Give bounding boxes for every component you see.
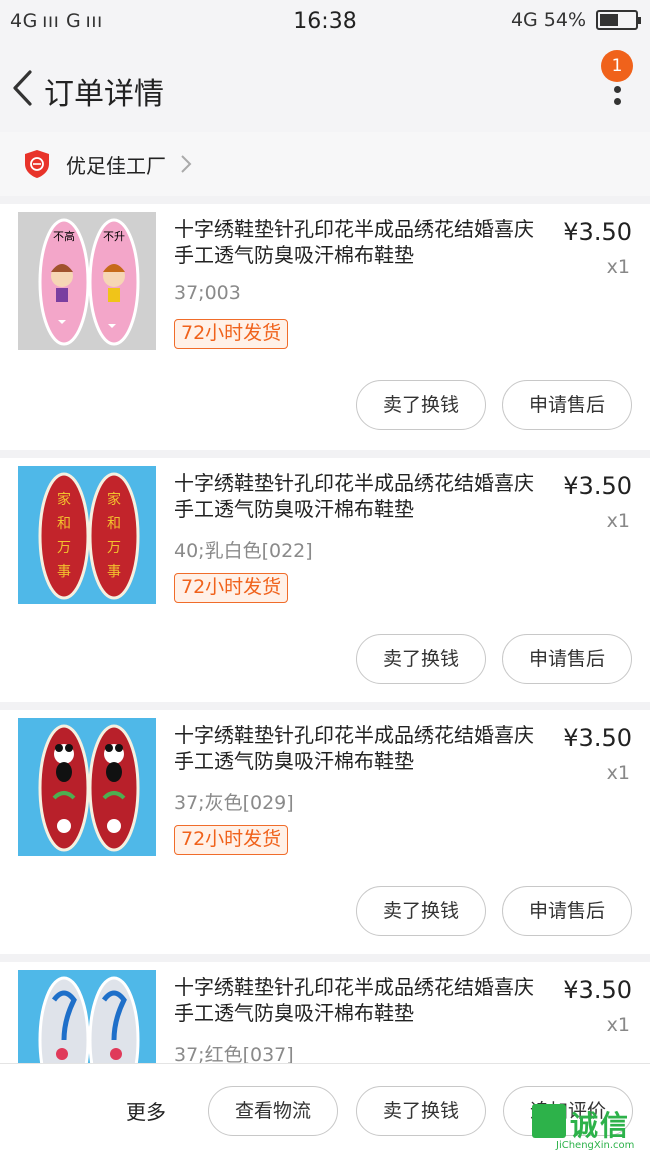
notification-badge: 1	[601, 50, 633, 82]
product-spec: 37;灰色[029]	[174, 792, 294, 814]
product-quantity: x1	[606, 762, 630, 784]
sell-button[interactable]: 卖了换钱	[356, 1086, 486, 1136]
watermark-logo: 诚信 JiChengXin.com	[532, 1102, 648, 1152]
product-thumbnail[interactable]: 不高 不升	[18, 212, 156, 350]
after-sale-button[interactable]: 申请售后	[502, 886, 632, 936]
product-price: ¥3.50	[563, 724, 632, 752]
order-item: 十字绣鞋垫针孔印花半成品绣花结婚喜庆手工透气防臭吸汗棉布鞋垫 ¥3.50 x1 …	[0, 710, 650, 954]
battery-icon	[596, 10, 641, 30]
product-title[interactable]: 十字绣鞋垫针孔印花半成品绣花结婚喜庆手工透气防臭吸汗棉布鞋垫	[174, 216, 546, 268]
product-price: ¥3.50	[563, 472, 632, 500]
product-quantity: x1	[606, 256, 630, 278]
sell-button[interactable]: 卖了换钱	[356, 634, 486, 684]
network-type: 4G	[510, 9, 538, 31]
shipping-tag: 72小时发货	[174, 825, 289, 855]
product-spec: 37;003	[174, 282, 241, 304]
sell-button[interactable]: 卖了换钱	[356, 886, 486, 936]
product-spec: 40;乳白色[022]	[174, 540, 313, 562]
order-item: 家和万事 家和万事 十字绣鞋垫针孔印花半成品绣花结婚喜庆手工透气防臭吸汗棉布鞋垫…	[0, 458, 650, 702]
chevron-right-icon	[181, 155, 192, 173]
product-price: ¥3.50	[563, 218, 632, 246]
shield-badge-icon	[25, 150, 49, 178]
shipping-tag: 72小时发货	[174, 319, 289, 349]
product-spec: 37;红色[037]	[174, 1044, 294, 1063]
shop-name[interactable]: 优足佳工厂	[66, 150, 166, 179]
product-title[interactable]: 十字绣鞋垫针孔印花半成品绣花结婚喜庆手工透气防臭吸汗棉布鞋垫	[174, 470, 546, 522]
page-title: 订单详情	[44, 77, 164, 112]
order-item: 十字绣鞋垫针孔印花半成品绣花结婚喜庆手工透气防臭吸汗棉布鞋垫 ¥3.50 x1 …	[0, 962, 650, 1063]
watermark-url: JiChengXin.com	[556, 1140, 635, 1151]
product-quantity: x1	[606, 510, 630, 532]
product-price: ¥3.50	[563, 976, 632, 1004]
sell-button[interactable]: 卖了换钱	[356, 380, 486, 430]
nav-bar: 订单详情	[0, 44, 650, 132]
thumb-label: 不升	[103, 230, 125, 243]
product-quantity: x1	[606, 1014, 630, 1036]
chevron-left-icon[interactable]	[10, 68, 36, 108]
after-sale-button[interactable]: 申请售后	[502, 634, 632, 684]
product-title[interactable]: 十字绣鞋垫针孔印花半成品绣花结婚喜庆手工透气防臭吸汗棉布鞋垫	[174, 722, 546, 774]
thumb-label: 不高	[53, 229, 75, 243]
more-button[interactable]: 更多	[126, 1096, 166, 1125]
shipping-tag: 72小时发货	[174, 573, 289, 603]
product-title[interactable]: 十字绣鞋垫针孔印花半成品绣花结婚喜庆手工透气防臭吸汗棉布鞋垫	[174, 974, 546, 1026]
after-sale-button[interactable]: 申请售后	[502, 380, 632, 430]
product-thumbnail[interactable]: 家和万事 家和万事	[18, 466, 156, 604]
shop-header[interactable]: 优足佳工厂	[0, 132, 650, 196]
status-bar: 4G ııı G ııı 16:38 4G 54%	[0, 0, 650, 44]
product-thumbnail[interactable]	[18, 718, 156, 856]
view-logistics-button[interactable]: 查看物流	[208, 1086, 338, 1136]
watermark-text: 诚信	[570, 1109, 631, 1142]
order-item: 不高 不升 十字绣鞋垫针孔印花半成品绣花结婚喜庆手工透气防臭吸汗棉布鞋垫 ¥3.…	[0, 204, 650, 450]
product-thumbnail[interactable]	[18, 970, 156, 1063]
status-right: 4G 54%	[510, 9, 641, 31]
battery-percent: 54%	[543, 9, 586, 31]
